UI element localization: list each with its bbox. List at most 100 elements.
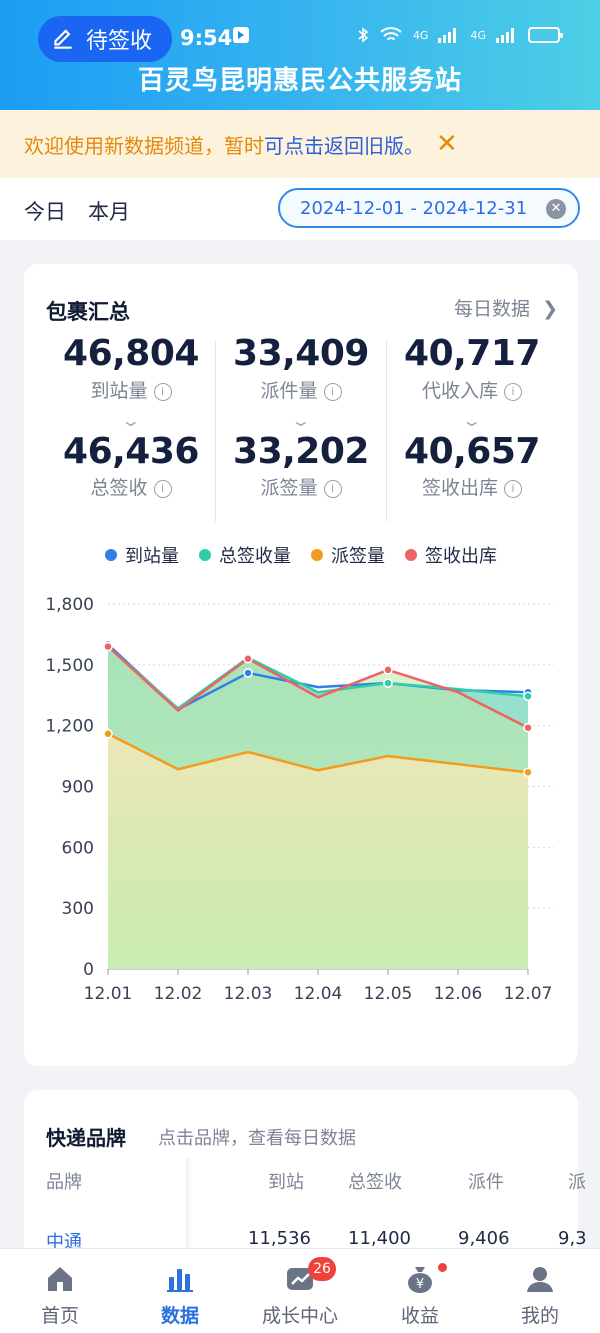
page-title: 百灵鸟昆明惠民公共服务站 <box>137 66 462 96</box>
legend-dot <box>105 549 117 561</box>
trend-chart-svg: 0 300 600 900 1,200 1,500 1,800 12.01 12.02 12.03… <box>45 595 554 1004</box>
legend-label: 签收出库 <box>425 546 497 567</box>
column-header-dispatch: 派件 <box>468 1172 504 1193</box>
data-point <box>243 654 253 664</box>
stat-column-arrivals: 46,804 到站量 i ⌄ 46,436 总签收 i <box>46 334 216 500</box>
column-header-arrivals: 到站 <box>268 1172 304 1193</box>
clear-date-icon[interactable]: ✕ <box>546 199 566 219</box>
table-cell: 11,400 <box>348 1228 411 1249</box>
stat-label: 签收出库 i <box>387 473 557 500</box>
package-summary-card: 包裹汇总 每日数据 ❯ 46,804 到站量 i ⌄ 46,436 总签收 i 33… <box>24 264 578 1066</box>
stat-label: 代收入库 i <box>387 376 557 403</box>
nav-growth-center[interactable]: 26 成长中心 <box>240 1249 360 1333</box>
notice-banner: 欢迎使用新数据频道，暂时 可点击返回旧版。 ✕ <box>0 110 600 178</box>
stat-label: 到站量 i <box>46 376 216 403</box>
stat-column-collect: 40,717 代收入库 i ⌄ 40,657 签收出库 i <box>387 334 557 500</box>
nav-label: 我的 <box>520 1305 559 1327</box>
chevron-down-icon: ⌄ <box>461 410 483 430</box>
chevron-down-icon: ⌄ <box>290 410 312 430</box>
clock: 9:54 <box>180 26 233 50</box>
data-point <box>523 767 533 778</box>
y-tick-label: 300 <box>62 899 94 919</box>
date-range-picker[interactable]: 2024-12-01 - 2024-12-31 ✕ <box>278 188 580 228</box>
date-range-text: 2024-12-01 - 2024-12-31 <box>300 197 528 219</box>
info-icon[interactable]: i <box>323 480 342 499</box>
wifi-icon <box>380 27 402 41</box>
daily-data-label: 每日数据 <box>454 298 531 320</box>
nav-label: 成长中心 <box>261 1305 338 1327</box>
info-icon[interactable]: i <box>153 480 172 499</box>
daily-data-link[interactable]: 每日数据 ❯ <box>454 294 558 321</box>
info-icon[interactable]: i <box>504 382 522 401</box>
y-tick-label: 1,800 <box>45 595 94 615</box>
return-old-version-link[interactable]: 可点击返回旧版。 <box>264 130 424 159</box>
stat-column-dispatch: 33,409 派件量 i ⌄ 33,202 派签量 i <box>216 334 386 500</box>
nav-profile[interactable]: 我的 <box>480 1249 600 1333</box>
legend-item[interactable]: 签收出库 <box>405 542 497 568</box>
notification-icon <box>233 27 249 43</box>
close-icon[interactable]: ✕ <box>436 131 458 157</box>
nav-earnings[interactable]: ¥ 收益 <box>360 1249 480 1333</box>
x-tick-label: 12.01 <box>84 984 133 1004</box>
y-tick-label: 1,500 <box>45 656 94 676</box>
nav-label: 收益 <box>400 1305 439 1327</box>
legend-dot <box>199 549 211 561</box>
y-tick-label: 600 <box>62 838 94 858</box>
y-tick-label: 0 <box>83 960 94 980</box>
notification-badge: 26 <box>308 1257 336 1281</box>
nav-label: 数据 <box>160 1305 199 1327</box>
pending-sign-button[interactable]: 待签收 <box>38 16 172 62</box>
network-label-2: 4G <box>470 28 486 42</box>
bluetooth-icon <box>358 27 369 43</box>
tab-today[interactable]: 今日 <box>24 196 66 226</box>
edit-icon <box>54 29 72 49</box>
data-point <box>523 691 533 702</box>
stat-value: 33,202 <box>233 430 369 472</box>
x-tick-label: 12.05 <box>364 984 413 1004</box>
legend-item[interactable]: 派签量 <box>311 542 385 568</box>
summary-title: 包裹汇总 <box>46 300 130 324</box>
svg-text:¥: ¥ <box>416 1277 424 1292</box>
data-point <box>383 665 393 675</box>
battery-icon <box>528 27 563 43</box>
legend-label: 派签量 <box>331 546 385 567</box>
nav-home[interactable]: 首页 <box>0 1249 120 1333</box>
stat-value: 40,657 <box>404 430 540 472</box>
legend-item[interactable]: 到站量 <box>105 542 179 568</box>
column-header-partial: 派 <box>568 1172 586 1193</box>
table-cell: 9,3 <box>558 1228 587 1249</box>
signal-icon <box>496 28 514 43</box>
stat-value: 40,717 <box>404 333 540 374</box>
data-point <box>103 641 113 652</box>
nav-data[interactable]: 数据 <box>120 1249 240 1333</box>
info-icon[interactable]: i <box>504 480 522 499</box>
stat-value: 33,409 <box>233 333 369 374</box>
brand-hint: 点击品牌，查看每日数据 <box>158 1128 356 1149</box>
x-tick-label: 12.02 <box>154 984 203 1004</box>
legend-dot <box>405 549 417 561</box>
tab-this-month[interactable]: 本月 <box>88 196 130 226</box>
data-point <box>523 722 533 733</box>
user-icon <box>527 1267 553 1292</box>
chevron-right-icon: ❯ <box>542 298 558 320</box>
column-header-signed: 总签收 <box>348 1172 402 1193</box>
column-header-brand: 品牌 <box>46 1172 82 1193</box>
date-filter-bar: 今日 本月 2024-12-01 - 2024-12-31 ✕ <box>0 178 600 240</box>
legend-label: 到站量 <box>125 546 179 567</box>
stat-label: 派签量 i <box>216 473 386 500</box>
chart-legend: 到站量 总签收量 派签量 签收出库 <box>24 542 578 568</box>
x-tick-label: 12.04 <box>294 984 343 1004</box>
x-tick-label: 12.07 <box>504 984 553 1004</box>
info-icon[interactable]: i <box>323 382 342 401</box>
y-tick-label: 1,200 <box>45 717 94 737</box>
legend-label: 总签收量 <box>219 546 291 567</box>
info-icon[interactable]: i <box>153 382 172 401</box>
legend-item[interactable]: 总签收量 <box>199 542 291 568</box>
trend-chart: 0 300 600 900 1,200 1,500 1,800 12.01 12.02 12.03… <box>24 584 578 1004</box>
signal-icon <box>438 28 457 43</box>
x-tick-label: 12.03 <box>224 984 273 1004</box>
brand-title: 快递品牌 <box>46 1126 126 1150</box>
pending-sign-label: 待签收 <box>86 29 153 54</box>
status-icons: 4G 4G <box>357 26 563 44</box>
money-bag-icon: ¥ <box>408 1267 432 1293</box>
